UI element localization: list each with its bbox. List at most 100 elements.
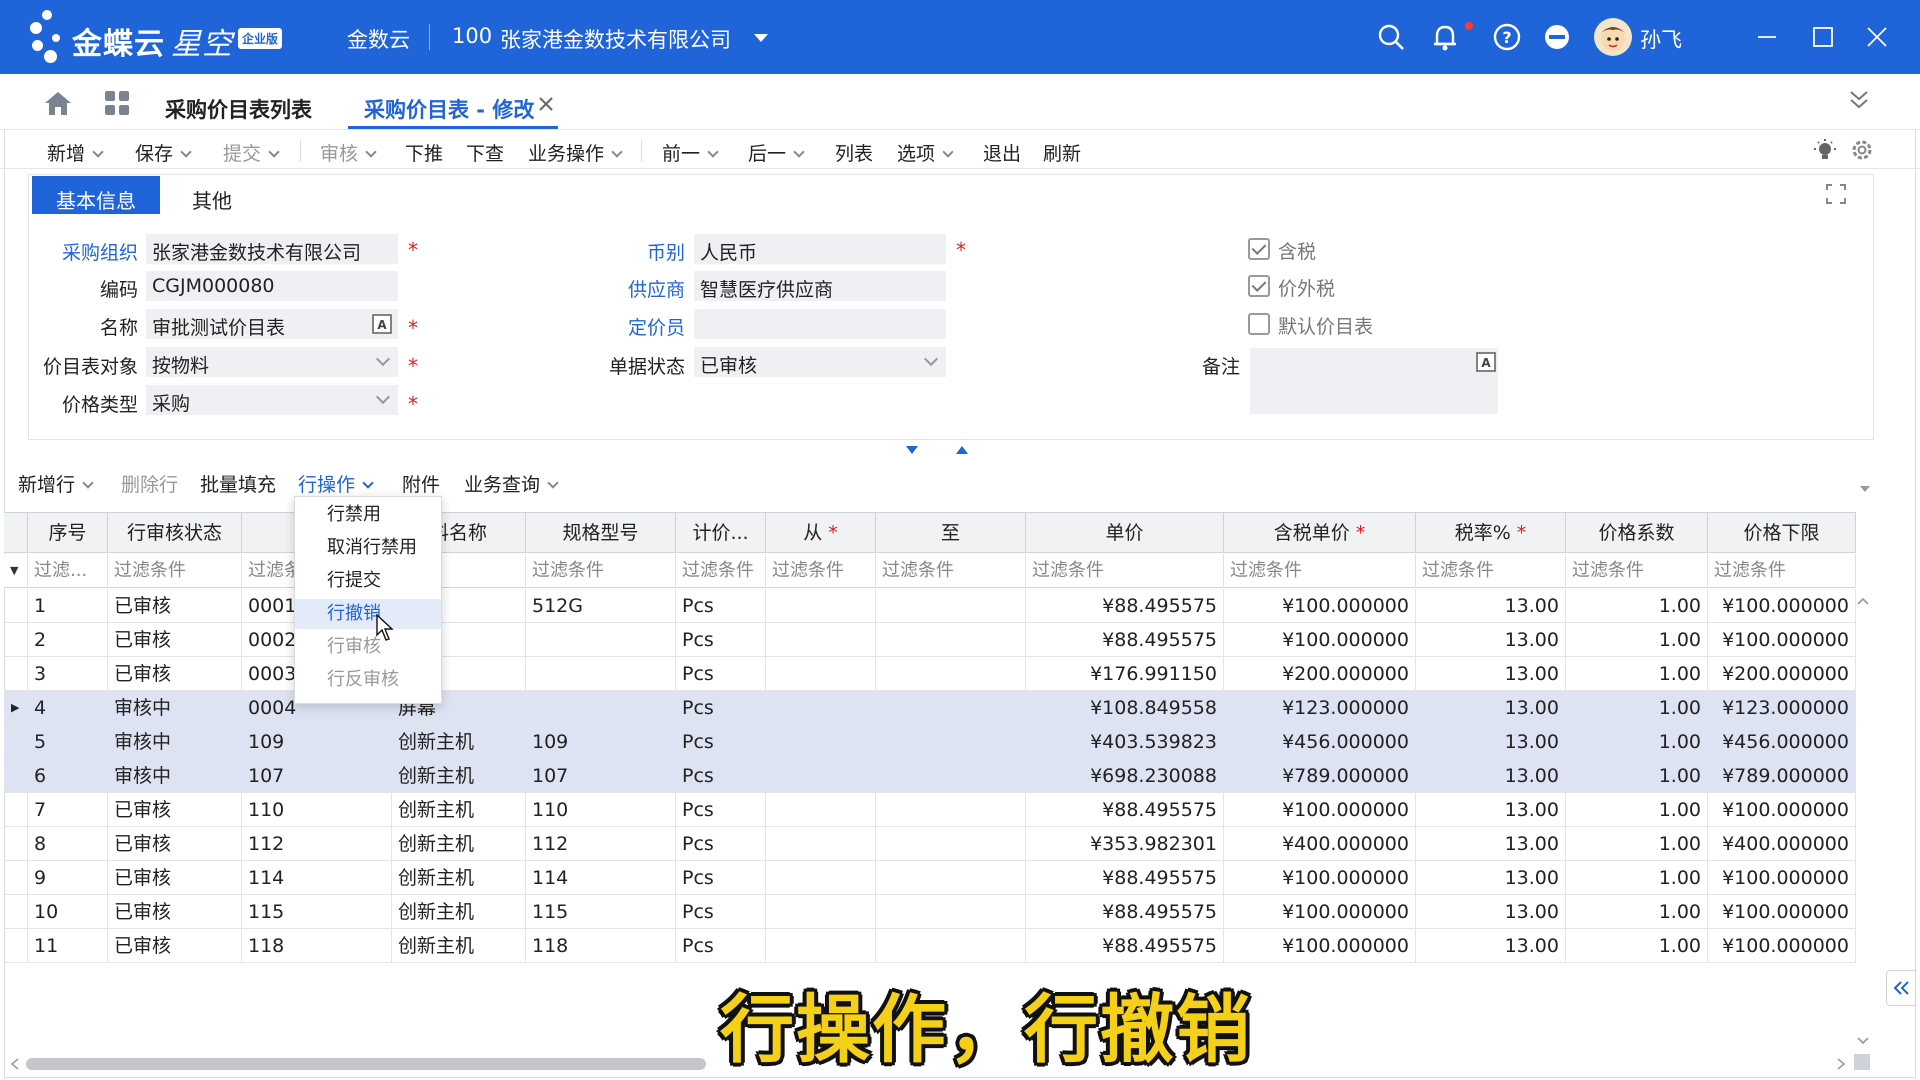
settings-gear-icon[interactable]: [1850, 138, 1874, 162]
row-indicator[interactable]: ▶: [4, 691, 28, 725]
table-cell[interactable]: Pcs: [676, 623, 766, 657]
table-cell[interactable]: [876, 623, 1026, 657]
table-cell[interactable]: ¥100.000000: [1708, 623, 1856, 657]
collapse-tabs-icon[interactable]: [1848, 88, 1870, 112]
table-cell[interactable]: [876, 691, 1026, 725]
table-cell[interactable]: 6: [28, 759, 108, 793]
save-button[interactable]: 保存: [135, 139, 192, 166]
row-indicator[interactable]: [4, 725, 28, 759]
table-cell[interactable]: 创新主机: [392, 895, 526, 929]
row-indicator[interactable]: [4, 793, 28, 827]
audit-button[interactable]: 审核: [320, 139, 377, 166]
table-cell[interactable]: [766, 895, 876, 929]
table-cell[interactable]: ¥100.000000: [1224, 623, 1416, 657]
table-cell[interactable]: 13.00: [1416, 623, 1566, 657]
search-icon[interactable]: [1376, 22, 1406, 52]
row-indicator[interactable]: [4, 861, 28, 895]
table-cell[interactable]: ¥100.000000: [1224, 895, 1416, 929]
column-header[interactable]: 计价...: [676, 513, 766, 553]
table-cell[interactable]: 创新主机: [392, 793, 526, 827]
table-cell[interactable]: 1.00: [1566, 657, 1708, 691]
table-row[interactable]: 1已审核000112G512GPcs¥88.495575¥100.0000001…: [4, 589, 1856, 623]
purchase-org-field[interactable]: 张家港金数技术有限公司: [146, 234, 398, 264]
table-cell[interactable]: 13.00: [1416, 861, 1566, 895]
supplier-field[interactable]: 智慧医疗供应商: [694, 271, 946, 301]
filter-input[interactable]: 过滤条件: [526, 554, 676, 588]
remark-field[interactable]: [1250, 348, 1498, 414]
filter-input[interactable]: 过滤条件: [1026, 554, 1224, 588]
table-cell[interactable]: 13.00: [1416, 929, 1566, 963]
table-cell[interactable]: [766, 725, 876, 759]
table-cell[interactable]: 112: [242, 827, 392, 861]
filter-input[interactable]: 过滤条件: [1708, 554, 1856, 588]
submit-button[interactable]: 提交: [223, 139, 280, 166]
default-list-checkbox[interactable]: [1248, 313, 1270, 335]
table-row[interactable]: 7 已审核 110 创新主机 110 Pcs ¥88.495575 ¥100.000000 13…: [4, 793, 1856, 827]
table-cell[interactable]: ¥88.495575: [1026, 589, 1224, 623]
table-cell[interactable]: ¥100.000000: [1708, 861, 1856, 895]
table-cell[interactable]: 118: [526, 929, 676, 963]
logo[interactable]: 金蝶云 星空 企业版: [26, 8, 296, 66]
filter-input[interactable]: 过滤...: [28, 554, 108, 588]
scroll-right-icon[interactable]: [1836, 1058, 1846, 1070]
column-header[interactable]: 价格下限: [1708, 513, 1856, 553]
table-cell[interactable]: 1.00: [1566, 759, 1708, 793]
minus-circle-icon[interactable]: [1542, 22, 1572, 52]
table-row[interactable]: 5 审核中 109 创新主机 109 Pcs ¥403.539823 ¥456.000000 1…: [4, 725, 1856, 759]
table-cell[interactable]: 107: [242, 759, 392, 793]
table-cell[interactable]: ¥789.000000: [1224, 759, 1416, 793]
row-indicator[interactable]: [4, 623, 28, 657]
query-down-button[interactable]: 下查: [466, 139, 504, 166]
business-ops-button[interactable]: 业务操作: [528, 139, 623, 166]
scroll-up-icon[interactable]: [1856, 596, 1870, 606]
filter-input[interactable]: 过滤条件: [766, 554, 876, 588]
table-cell[interactable]: ¥88.495575: [1026, 793, 1224, 827]
horizontal-scrollbar[interactable]: [26, 1058, 706, 1070]
scroll-left-icon[interactable]: [10, 1058, 20, 1070]
table-cell[interactable]: ¥100.000000: [1708, 793, 1856, 827]
table-cell[interactable]: 109: [242, 725, 392, 759]
currency-field[interactable]: 人民币: [694, 234, 946, 264]
table-cell[interactable]: ¥200.000000: [1708, 657, 1856, 691]
row-ops-menu-item[interactable]: 行审核: [295, 632, 441, 662]
scroll-down-icon[interactable]: [1856, 1036, 1870, 1046]
row-ops-menu-item[interactable]: 行提交: [295, 566, 441, 596]
tab-other[interactable]: 其他: [168, 176, 256, 214]
column-header[interactable]: 税率% *: [1416, 513, 1566, 553]
vertical-scrollbar[interactable]: [1860, 596, 1872, 1056]
table-cell[interactable]: ¥88.495575: [1026, 623, 1224, 657]
close-window-icon[interactable]: [1862, 22, 1892, 52]
table-cell[interactable]: ¥100.000000: [1224, 929, 1416, 963]
table-cell[interactable]: 创新主机: [392, 929, 526, 963]
table-cell[interactable]: 创新主机: [392, 861, 526, 895]
table-cell[interactable]: [876, 793, 1026, 827]
row-ops-menu-item[interactable]: 行禁用: [295, 500, 441, 530]
column-header[interactable]: 单价: [1026, 513, 1224, 553]
table-cell[interactable]: [766, 623, 876, 657]
price-type-select[interactable]: 采购: [146, 385, 398, 415]
table-cell[interactable]: 10: [28, 895, 108, 929]
table-cell[interactable]: Pcs: [676, 691, 766, 725]
collapse-down-icon[interactable]: [906, 446, 918, 454]
row-indicator[interactable]: [4, 827, 28, 861]
table-cell[interactable]: 13.00: [1416, 895, 1566, 929]
table-cell[interactable]: [766, 657, 876, 691]
table-cell[interactable]: 创新主机: [392, 827, 526, 861]
table-cell[interactable]: 13.00: [1416, 589, 1566, 623]
table-cell[interactable]: 1.00: [1566, 861, 1708, 895]
table-cell[interactable]: 1.00: [1566, 623, 1708, 657]
user-name[interactable]: 孙飞: [1640, 24, 1682, 54]
avatar[interactable]: [1594, 18, 1632, 56]
delete-row-button[interactable]: 删除行: [121, 470, 178, 497]
row-indicator[interactable]: [4, 759, 28, 793]
table-row[interactable]: 10 已审核 115 创新主机 115 Pcs ¥88.495575 ¥100.000000 1…: [4, 895, 1856, 929]
table-cell[interactable]: [766, 861, 876, 895]
table-cell[interactable]: 创新主机: [392, 759, 526, 793]
table-cell[interactable]: [766, 793, 876, 827]
table-cell[interactable]: 1.00: [1566, 589, 1708, 623]
table-cell[interactable]: ¥123.000000: [1708, 691, 1856, 725]
row-ops-menu-item[interactable]: 行反审核: [295, 665, 441, 695]
table-cell[interactable]: ¥176.991150: [1026, 657, 1224, 691]
close-tab-icon[interactable]: [538, 96, 554, 112]
table-cell[interactable]: ¥400.000000: [1708, 827, 1856, 861]
